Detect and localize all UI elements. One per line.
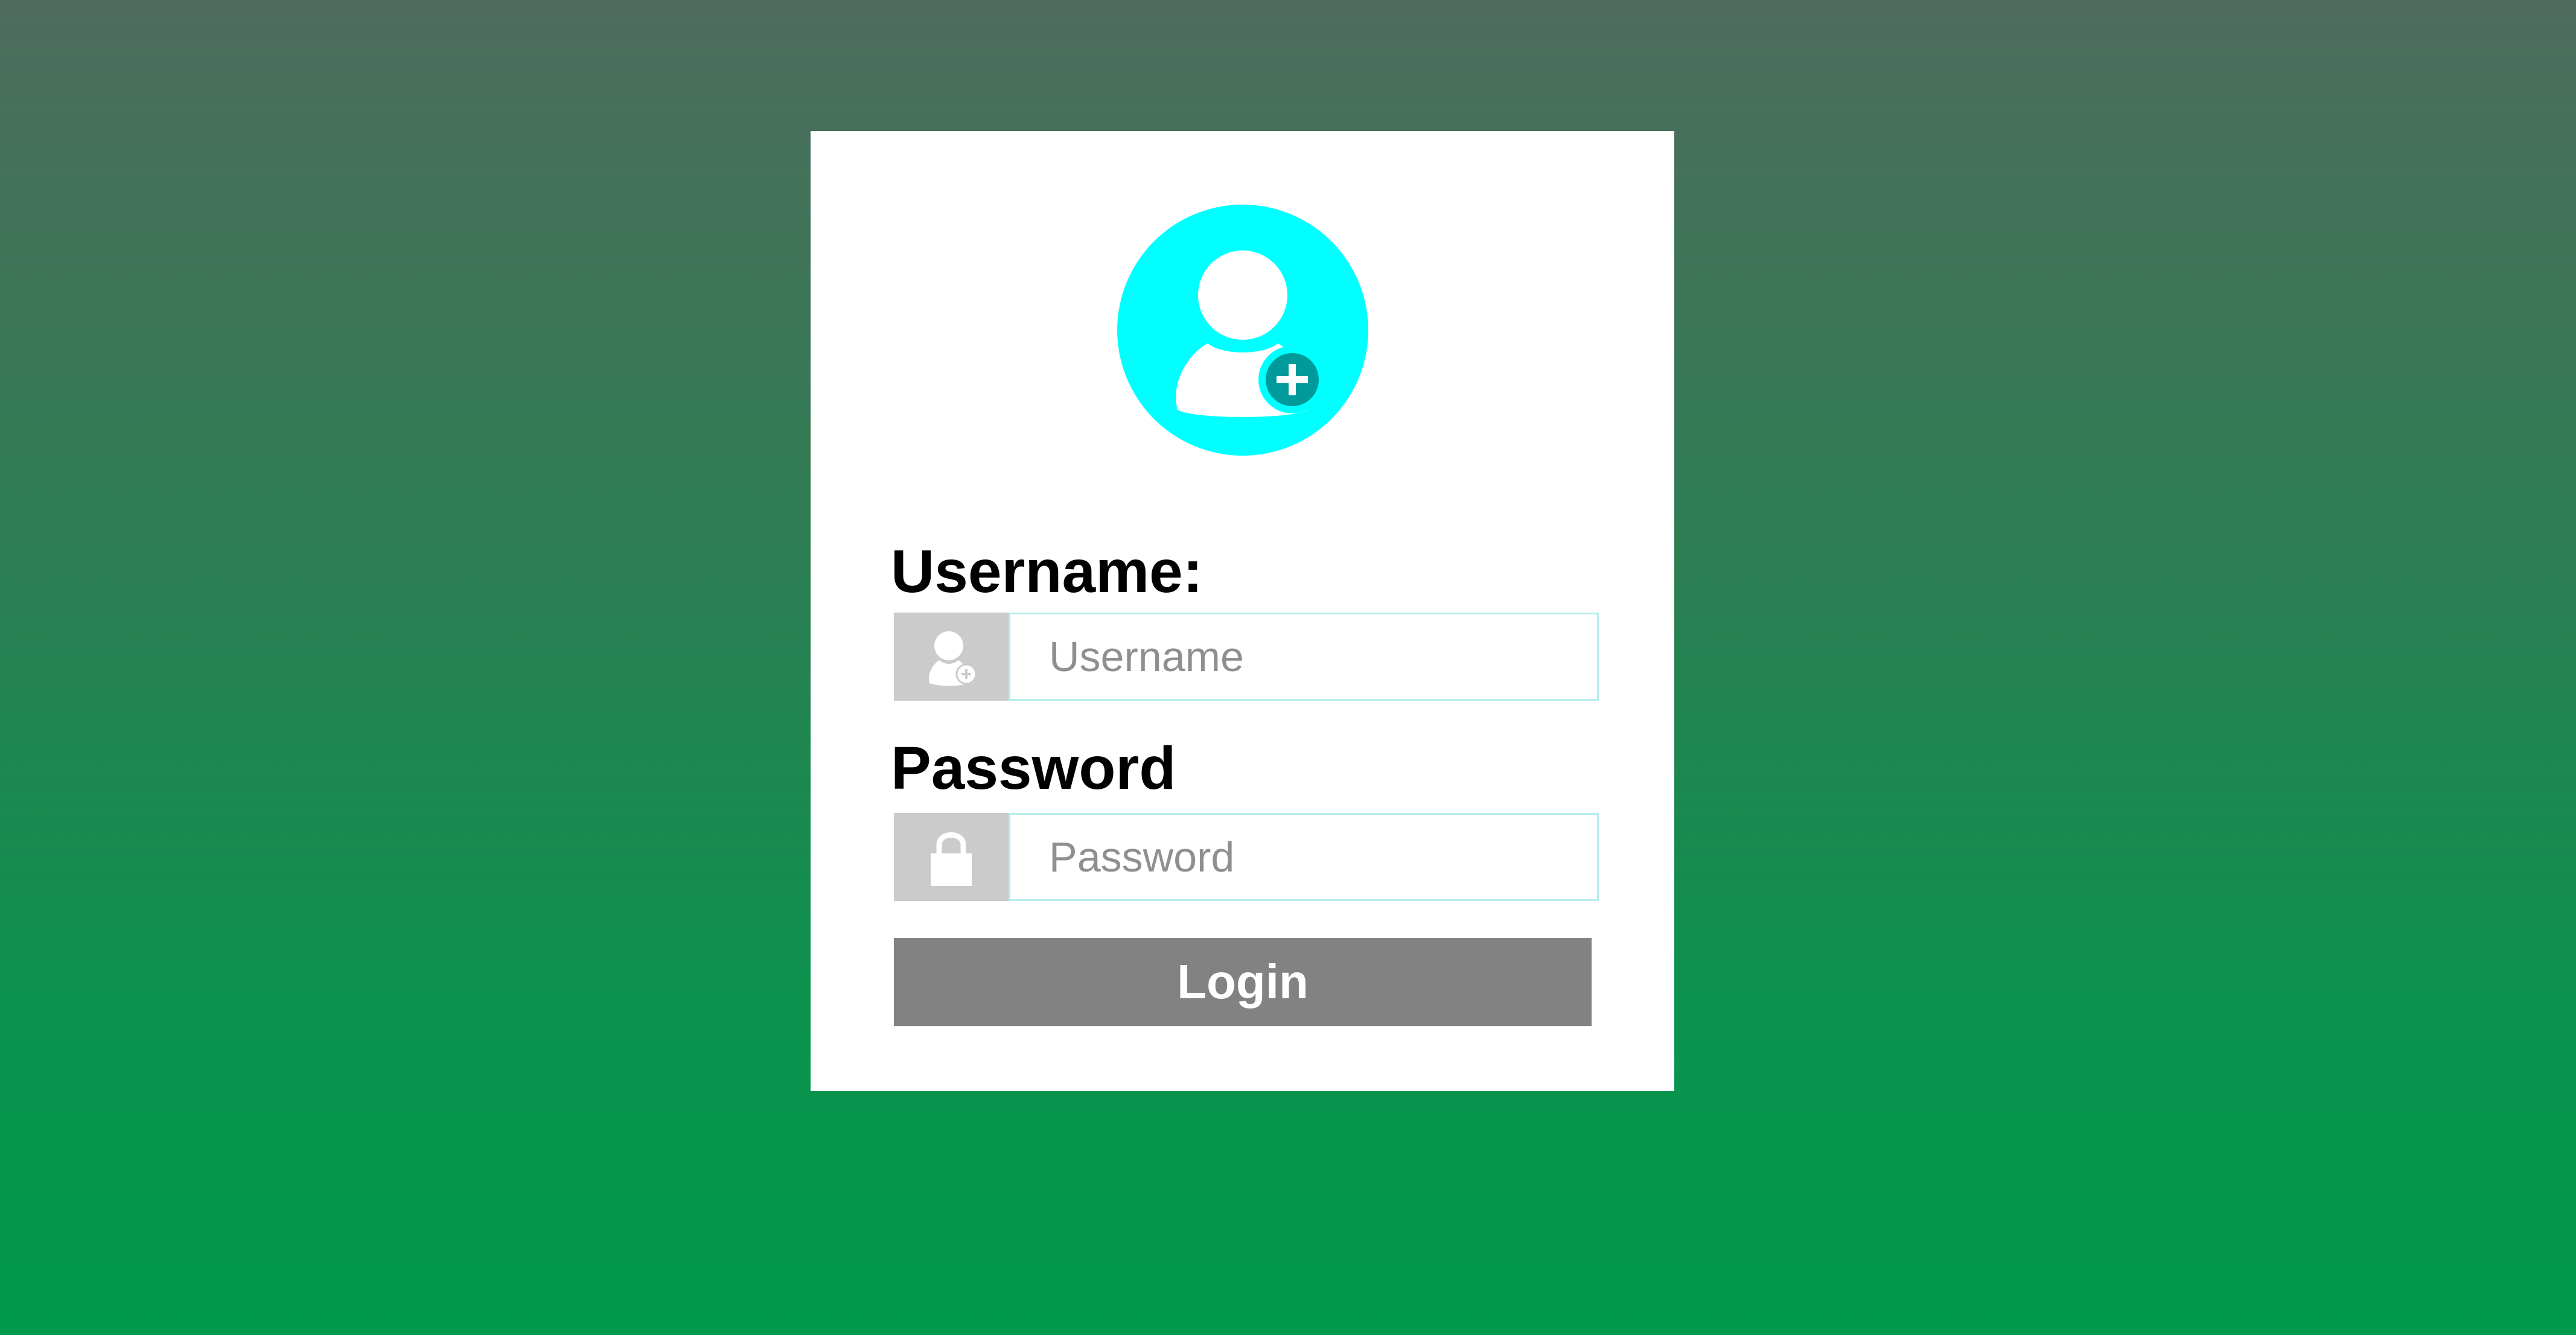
lock-icon [931,832,972,886]
password-input[interactable] [1009,813,1599,901]
user-add-icon [929,631,977,686]
password-label: Password [891,734,1176,802]
login-card: Username: Password Login [811,131,1674,1091]
username-input[interactable] [1009,613,1599,701]
password-field-icon [894,813,1009,901]
username-input-group [894,613,1599,701]
username-label: Username: [891,538,1203,605]
avatar [1117,205,1368,456]
username-field-icon [894,613,1009,701]
password-input-group [894,813,1599,901]
login-button[interactable]: Login [894,938,1592,1026]
user-add-icon [1117,205,1368,456]
